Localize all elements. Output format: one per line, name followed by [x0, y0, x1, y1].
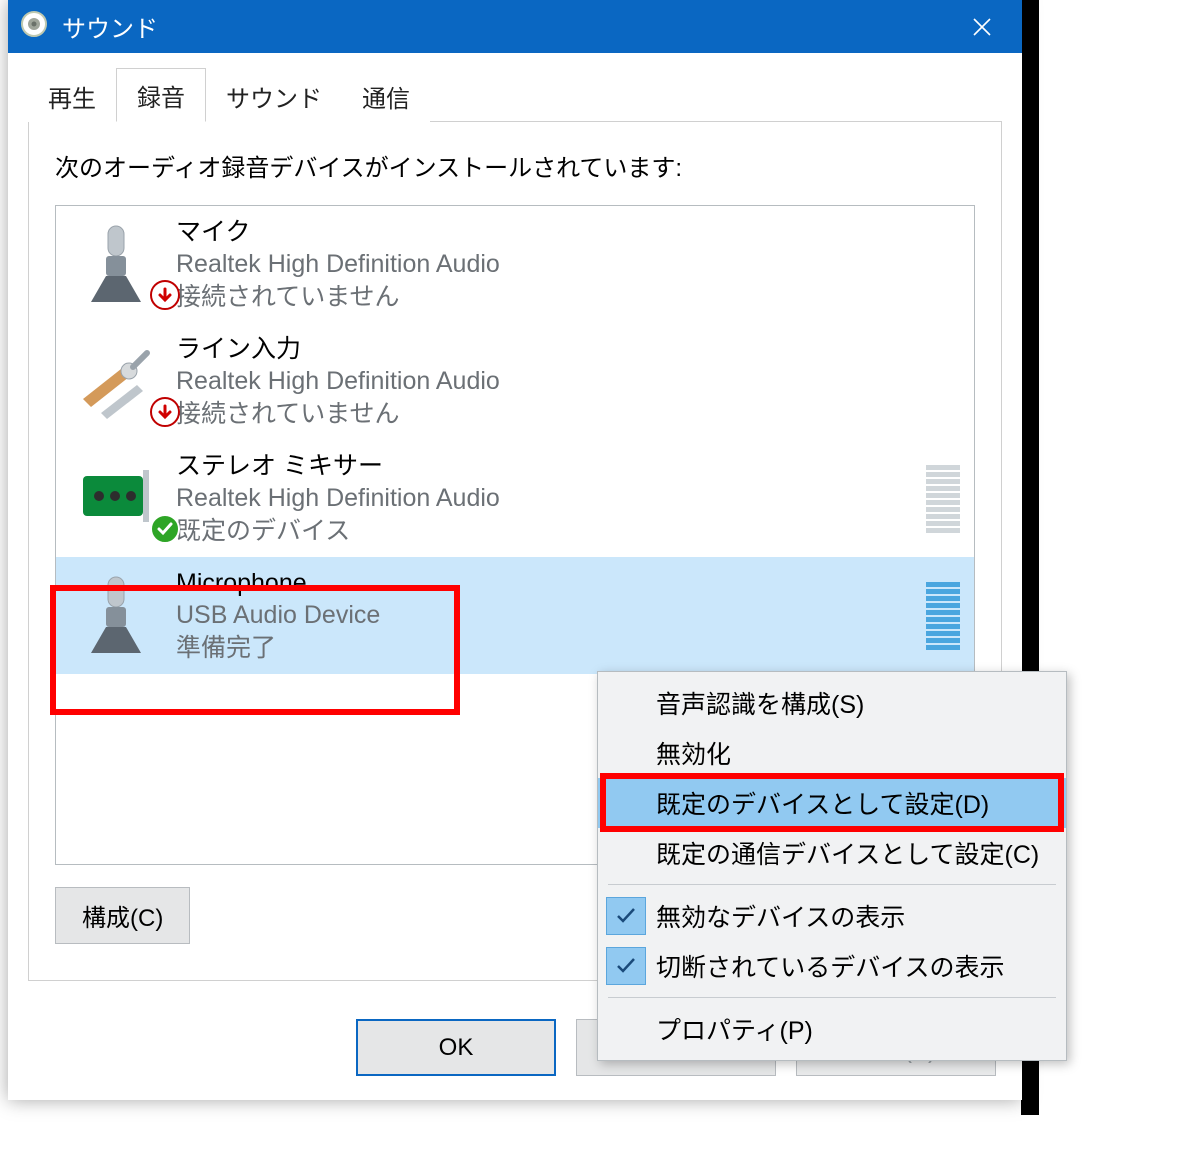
configure-button[interactable]: 構成(C): [55, 887, 190, 944]
menu-show-disabled[interactable]: 無効なデバイスの表示: [598, 891, 1066, 941]
device-subtitle: Realtek High Definition Audio: [176, 248, 974, 281]
check-icon: [606, 897, 646, 935]
device-name: ライン入力: [176, 333, 974, 366]
device-text: Microphone USB Audio Device 準備完了: [176, 567, 926, 665]
tab-sounds[interactable]: サウンド: [206, 70, 342, 122]
menu-properties[interactable]: プロパティ(P): [598, 1004, 1066, 1054]
device-name: Microphone: [176, 567, 926, 600]
menu-set-default-comm[interactable]: 既定の通信デバイスとして設定(C): [598, 828, 1066, 878]
device-name: マイク: [176, 216, 974, 249]
tab-recording[interactable]: 録音: [116, 68, 206, 122]
level-meter: [926, 582, 960, 650]
device-status: 接続されていません: [176, 281, 974, 314]
check-icon: [606, 947, 646, 985]
panel-description: 次のオーディオ録音デバイスがインストールされています:: [55, 148, 975, 183]
tab-playback[interactable]: 再生: [28, 70, 116, 122]
close-button[interactable]: [942, 0, 1022, 53]
device-text: ライン入力 Realtek High Definition Audio 接続され…: [176, 333, 974, 431]
tab-communications[interactable]: 通信: [342, 70, 430, 122]
menu-label: 切断されているデバイスの表示: [656, 948, 1005, 984]
titlebar: サウンド: [8, 0, 1022, 53]
default-check-badge-icon: [150, 514, 180, 544]
menu-configure-speech[interactable]: 音声認識を構成(S): [598, 678, 1066, 728]
device-subtitle: USB Audio Device: [176, 599, 926, 632]
device-status: 接続されていません: [176, 398, 974, 431]
device-status: 準備完了: [176, 632, 926, 665]
device-status: 既定のデバイス: [176, 515, 926, 548]
context-menu: 音声認識を構成(S) 無効化 既定のデバイスとして設定(D) 既定の通信デバイス…: [597, 671, 1067, 1061]
disconnected-badge-icon: [150, 397, 180, 427]
device-subtitle: Realtek High Definition Audio: [176, 482, 926, 515]
menu-disable[interactable]: 無効化: [598, 728, 1066, 778]
menu-set-default[interactable]: 既定のデバイスとして設定(D): [598, 778, 1066, 828]
window-title: サウンド: [62, 9, 942, 44]
device-text: ステレオ ミキサー Realtek High Definition Audio …: [176, 450, 926, 548]
device-item-microphone-usb[interactable]: Microphone USB Audio Device 準備完了: [56, 557, 974, 674]
ok-button[interactable]: OK: [356, 1019, 556, 1076]
device-item-linein-realtek[interactable]: ライン入力 Realtek High Definition Audio 接続され…: [56, 323, 974, 440]
menu-separator: [608, 884, 1056, 885]
level-meter: [926, 465, 960, 533]
speaker-icon: [20, 10, 48, 43]
microphone-icon: [56, 224, 176, 306]
tab-strip: 再生 録音 サウンド 通信: [28, 73, 1002, 121]
device-text: マイク Realtek High Definition Audio 接続されてい…: [176, 216, 974, 314]
menu-show-disconnected[interactable]: 切断されているデバイスの表示: [598, 941, 1066, 991]
disconnected-badge-icon: [150, 280, 180, 310]
device-item-stereomixer[interactable]: ステレオ ミキサー Realtek High Definition Audio …: [56, 440, 974, 557]
soundcard-icon: [56, 458, 176, 540]
device-item-mic-realtek[interactable]: マイク Realtek High Definition Audio 接続されてい…: [56, 206, 974, 323]
device-name: ステレオ ミキサー: [176, 450, 926, 483]
linein-icon: [56, 341, 176, 423]
menu-separator: [608, 997, 1056, 998]
device-subtitle: Realtek High Definition Audio: [176, 365, 974, 398]
menu-label: 無効なデバイスの表示: [656, 898, 905, 934]
microphone-icon: [56, 575, 176, 657]
